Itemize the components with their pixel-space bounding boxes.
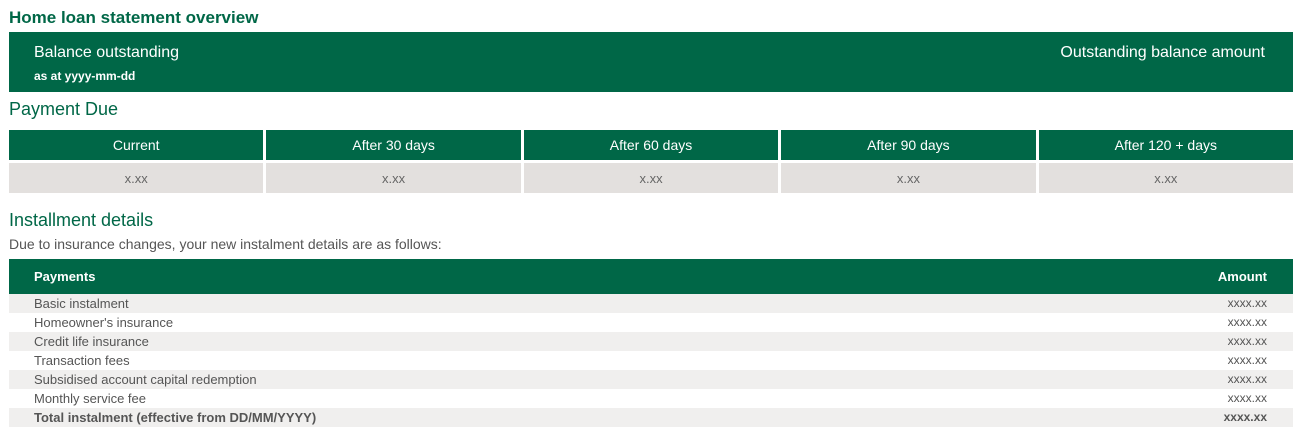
row-label: Basic instalment [34,296,129,311]
installment-table-header: Payments Amount [9,259,1293,294]
table-row: Monthly service fee xxxx.xx [9,389,1293,408]
balance-amount: Outstanding balance amount [1060,44,1265,61]
row-label: Transaction fees [34,353,130,368]
balance-date: as at yyyy-mm-dd [34,69,136,83]
payment-due-title: Payment Due [9,99,119,119]
due-value-cell: x.xx [523,163,779,193]
amount-column-header: Amount [1217,269,1267,284]
row-label: Subsidised account capital redemption [34,372,257,387]
row-amount: xxxx.xx [1227,353,1267,367]
payments-column-header: Payments [34,269,96,284]
installment-subtitle: Due to insurance changes, your new insta… [9,236,442,252]
due-column-header: After 120 + days [1038,130,1294,160]
row-amount: xxxx.xx [1227,372,1267,386]
balance-label: Balance outstanding [34,44,179,61]
total-amount: xxxx.xx [1223,410,1267,424]
row-amount: xxxx.xx [1227,296,1267,310]
row-label: Credit life insurance [34,334,149,349]
table-row: Transaction fees xxxx.xx [9,351,1293,370]
balance-banner: Balance outstanding as at yyyy-mm-dd Out… [9,32,1293,92]
table-row: Homeowner's insurance xxxx.xx [9,313,1293,332]
row-amount: xxxx.xx [1227,334,1267,348]
payment-due-value-row: x.xx x.xx x.xx x.xx x.xx [9,160,1294,193]
row-label: Homeowner's insurance [34,315,174,330]
payment-due-header-row: Current After 30 days After 60 days Afte… [9,130,1294,160]
due-value-cell: x.xx [266,163,521,193]
due-value-cell: x.xx [9,163,264,193]
row-label: Monthly service fee [34,391,146,406]
statement-page: Home loan statement overview Balance out… [0,0,1305,440]
total-label: Total instalment (effective from DD/MM/Y… [34,410,317,425]
installment-table-body: Basic instalment xxxx.xx Homeowner's ins… [9,294,1293,427]
due-column-header: Current [9,130,264,160]
installment-title: Installment details [9,210,154,230]
due-value-cell: x.xx [1038,163,1294,193]
table-row: Subsidised account capital redemption xx… [9,370,1293,389]
table-row: Credit life insurance xxxx.xx [9,332,1293,351]
total-row: Total instalment (effective from DD/MM/Y… [9,408,1293,427]
due-column-header: After 60 days [523,130,779,160]
row-amount: xxxx.xx [1227,315,1267,329]
payment-due-table: Current After 30 days After 60 days Afte… [9,130,1294,193]
due-column-header: After 30 days [266,130,521,160]
row-amount: xxxx.xx [1227,391,1267,405]
due-value-cell: x.xx [781,163,1036,193]
due-column-header: After 90 days [781,130,1036,160]
table-row: Basic instalment xxxx.xx [9,294,1293,313]
page-title: Home loan statement overview [9,8,259,27]
